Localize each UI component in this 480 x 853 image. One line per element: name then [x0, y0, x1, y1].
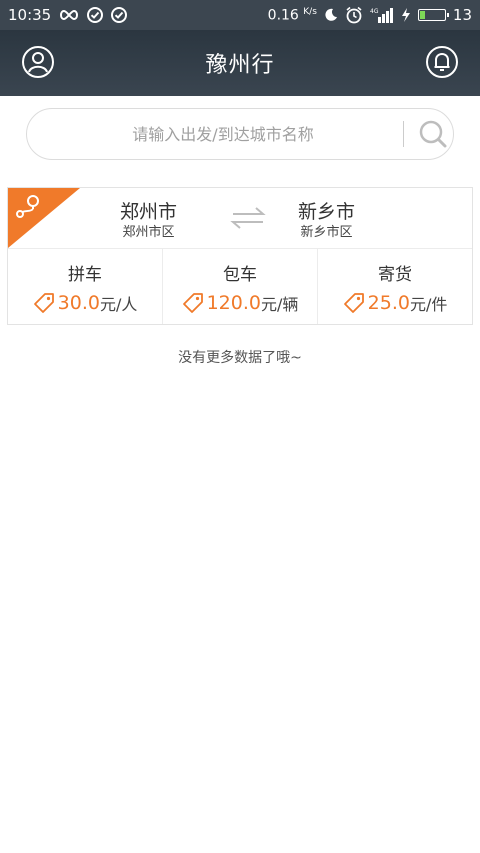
price-tag-icon	[33, 293, 54, 313]
departure-city-area: 郑州市区	[122, 225, 175, 240]
signal-icon: 4G	[370, 7, 394, 23]
departure-city-name: 郑州市	[120, 201, 178, 223]
arrival-city: 新乡市 新乡市区	[298, 200, 355, 242]
notifications-button[interactable]	[424, 44, 460, 80]
app-header: 豫州行	[0, 30, 480, 96]
route-card[interactable]: 郑州市 郑州市区 新乡市 新乡市区 拼车 30.0 元/人 包车 120.0 元…	[7, 187, 473, 325]
price-value: 25.0	[367, 292, 410, 314]
check-circle-icon	[111, 7, 128, 23]
price-unit: 元/件	[409, 295, 448, 314]
search-bar	[26, 108, 454, 160]
price-value: 120.0	[206, 292, 261, 314]
page-title: 豫州行	[205, 53, 275, 78]
search-button[interactable]	[416, 117, 450, 151]
check-circle-icon	[87, 7, 104, 23]
search-divider	[403, 121, 404, 147]
service-name: 拼车	[68, 265, 102, 285]
city-search-input[interactable]	[51, 123, 395, 145]
status-time: 10:35	[8, 6, 52, 24]
route-cities: 郑州市 郑州市区 新乡市 新乡市区	[8, 188, 472, 248]
moon-icon	[324, 8, 338, 22]
swap-cities-button[interactable]	[230, 206, 266, 234]
bell-icon	[426, 46, 458, 78]
infinity-icon	[59, 9, 79, 21]
service-price: 30.0 元/人	[33, 291, 138, 315]
swap-arrows-icon	[230, 207, 266, 229]
network-speed: 0.16 K/s	[267, 6, 317, 24]
profile-button[interactable]	[20, 44, 56, 80]
service-name: 包车	[223, 265, 257, 285]
departure-city: 郑州市 郑州市区	[120, 200, 177, 242]
price-tag-icon	[343, 293, 364, 313]
price-unit: 元/辆	[261, 295, 299, 314]
service-parcel[interactable]: 寄货 25.0 元/件	[318, 249, 472, 324]
search-icon	[419, 120, 447, 148]
service-carpool[interactable]: 拼车 30.0 元/人	[8, 249, 163, 324]
service-options: 拼车 30.0 元/人 包车 120.0 元/辆 寄货 25.0 元/件	[8, 249, 472, 324]
battery-percent: 13	[452, 6, 472, 24]
battery-icon	[417, 9, 449, 21]
service-name: 寄货	[378, 265, 412, 285]
price-value: 30.0	[57, 292, 100, 314]
service-price: 25.0 元/件	[343, 291, 448, 315]
status-bar: 10:35 0.16 K/s 4G 13	[0, 0, 480, 30]
service-price: 120.0 元/辆	[182, 291, 299, 315]
charging-icon	[401, 8, 411, 22]
arrival-city-area: 新乡市区	[300, 225, 353, 240]
user-icon	[22, 46, 54, 78]
price-unit: 元/人	[99, 295, 138, 314]
service-charter[interactable]: 包车 120.0 元/辆	[163, 249, 318, 324]
alarm-icon	[345, 6, 363, 24]
arrival-city-name: 新乡市	[298, 201, 356, 223]
speed-unit: K/s	[303, 6, 317, 17]
network-type-label: 4G	[370, 8, 379, 15]
no-more-data-text: 没有更多数据了哦~	[178, 350, 302, 366]
price-tag-icon	[182, 293, 203, 313]
